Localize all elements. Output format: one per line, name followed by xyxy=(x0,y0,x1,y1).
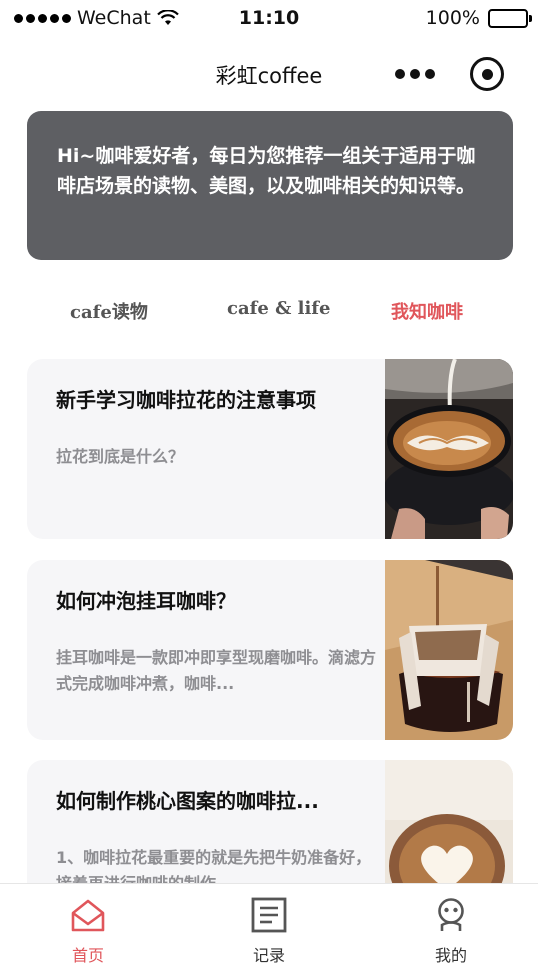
tab-profile-label: 我的 xyxy=(434,946,467,965)
article-title: 如何冲泡挂耳咖啡？ xyxy=(56,589,236,613)
nav-bar: 彩虹coffee xyxy=(0,40,538,106)
intro-banner: Hi~咖啡爱好者，每日为您推荐一组关于适用于咖啡店场景的读物、美图，以及咖啡相关… xyxy=(27,111,513,260)
tab-profile[interactable]: 我的 xyxy=(401,884,501,966)
tab-cafe-life[interactable]: cafe & life xyxy=(227,298,330,319)
article-summary: 拉花到底是什么？ xyxy=(56,447,185,466)
battery-percent: 100% xyxy=(425,7,480,29)
category-tabs: cafe读物 cafe & life 我知咖啡 xyxy=(0,290,538,330)
article-summary: 挂耳咖啡是一款即冲即享型现磨咖啡。滴滤方式完成咖啡冲煮，咖啡... xyxy=(56,648,376,693)
battery: 100% xyxy=(425,7,532,29)
article-title: 新手学习咖啡拉花的注意事项 xyxy=(56,388,316,412)
article-title: 如何制作桃心图案的咖啡拉... xyxy=(56,789,319,813)
tab-home-label: 首页 xyxy=(71,946,104,965)
tab-cafe-reading[interactable]: cafe读物 xyxy=(70,298,148,324)
profile-icon xyxy=(438,898,464,931)
tab-records-label: 记录 xyxy=(252,946,285,965)
battery-icon xyxy=(488,8,532,28)
article-card[interactable]: 如何制作桃心图案的咖啡拉... 1、咖啡拉花最重要的就是先把牛奶准备好，接着再进… xyxy=(27,760,513,883)
tab-coffee-knowledge[interactable]: 我知咖啡 xyxy=(391,298,463,324)
article-card[interactable]: 如何冲泡挂耳咖啡？ 挂耳咖啡是一款即冲即享型现磨咖啡。滴滤方式完成咖啡冲煮，咖啡… xyxy=(27,560,513,740)
home-icon xyxy=(71,899,105,932)
more-dots-icon[interactable] xyxy=(394,62,436,86)
page-title: 彩虹coffee xyxy=(215,64,323,88)
drip-coffee-image xyxy=(385,560,513,740)
target-icon[interactable] xyxy=(470,57,504,91)
article-card[interactable]: 新手学习咖啡拉花的注意事项 拉花到底是什么？ xyxy=(27,359,513,539)
heart-latte-image xyxy=(385,760,513,883)
tab-home[interactable]: 首页 xyxy=(38,884,138,966)
article-list: 新手学习咖啡拉花的注意事项 拉花到底是什么？ 如何冲泡挂耳咖啡？ 挂耳咖啡是一款… xyxy=(27,359,513,883)
article-summary: 1、咖啡拉花最重要的就是先把牛奶准备好，接着再进行咖啡的制作。 xyxy=(56,848,372,883)
latte-art-image xyxy=(385,359,513,539)
status-bar: WeChat 11:10 100% xyxy=(0,0,538,40)
document-icon xyxy=(251,897,287,933)
tab-records[interactable]: 记录 xyxy=(219,884,319,966)
bottom-tab-bar: 首页 记录 我的 xyxy=(0,883,538,966)
